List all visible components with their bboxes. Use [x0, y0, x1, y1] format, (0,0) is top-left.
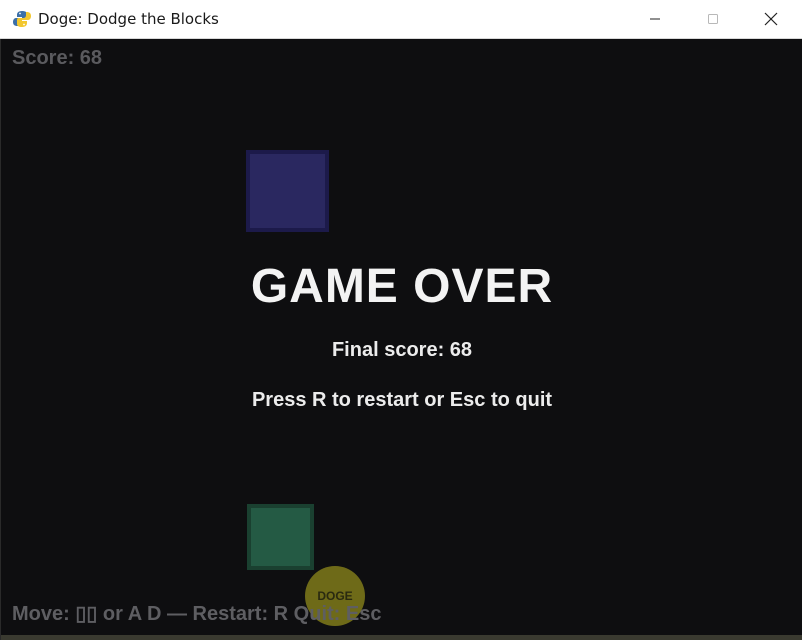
- minimize-icon: [650, 18, 660, 20]
- final-score-text: Final score: 68: [331, 339, 473, 361]
- maximize-button[interactable]: [684, 0, 742, 38]
- ground-strip: [1, 635, 802, 640]
- restart-hint-text: Press R to restart or Esc to quit: [251, 389, 553, 411]
- window-titlebar: Doge: Dodge the Blocks: [0, 0, 802, 39]
- minimize-button[interactable]: [626, 0, 684, 38]
- game-over-title: GAME OVER: [250, 260, 554, 313]
- score-display: Score: 68: [12, 47, 103, 69]
- close-button[interactable]: [742, 0, 800, 38]
- close-icon: [764, 12, 778, 26]
- falling-block: [247, 504, 314, 570]
- python-snake-icon: [12, 9, 32, 29]
- window-title: Doge: Dodge the Blocks: [38, 10, 219, 28]
- game-canvas[interactable]: Score: 68 GAME OVER Final score: 68 Pres…: [0, 39, 802, 640]
- maximize-icon: [708, 14, 718, 24]
- controls-hint: Move: ▯▯ or A D — Restart: R Quit: Esc: [12, 603, 382, 625]
- falling-block: [246, 150, 329, 232]
